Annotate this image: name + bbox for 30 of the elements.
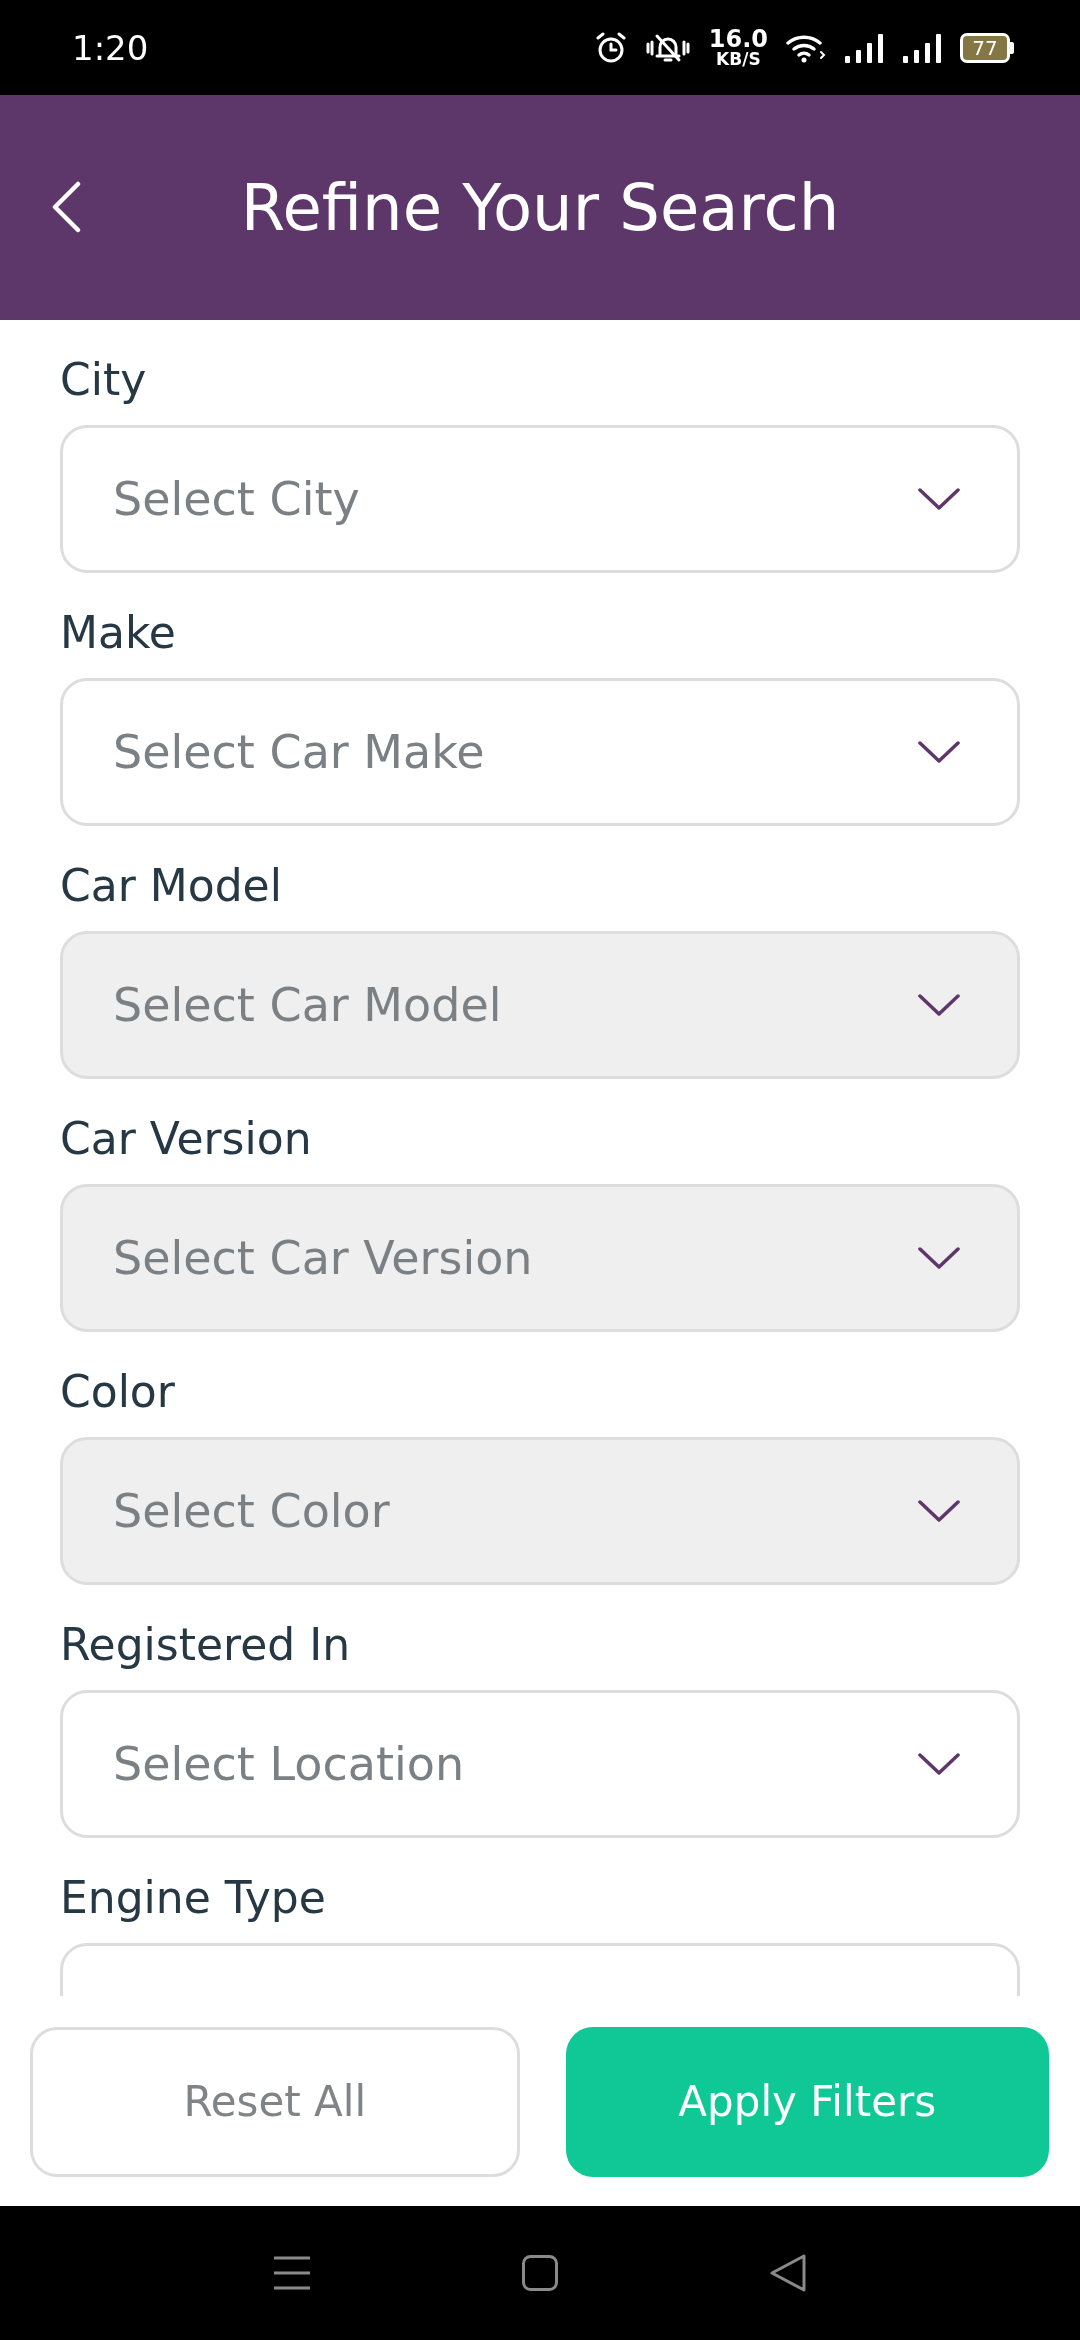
back-icon: [51, 181, 81, 233]
chevron-down-icon: [918, 488, 960, 510]
screen-title: Refine Your Search: [240, 175, 840, 240]
signal-icon: [844, 31, 884, 64]
field-label: Car Model: [60, 859, 282, 913]
field-label: Car Version: [60, 1112, 312, 1166]
chevron-down-icon: [918, 1500, 960, 1522]
dropdown-field[interactable]: Select City: [60, 425, 1020, 573]
alarm-clock-icon: [594, 31, 627, 64]
home-icon[interactable]: [522, 2255, 558, 2291]
reset-button[interactable]: Reset All: [30, 2027, 520, 2177]
chevron-down-icon: [918, 1753, 960, 1775]
chevron-down-icon: [918, 741, 960, 763]
dropdown-field[interactable]: Select Location: [60, 1690, 1020, 1838]
field-label: Make: [60, 606, 176, 660]
chevron-down-icon: [918, 994, 960, 1016]
battery-indicator: 77: [960, 32, 1014, 63]
network-speed-unit: KB/S: [716, 51, 761, 68]
network-speed: 16.0: [708, 27, 768, 51]
apply-button[interactable]: Apply Filters: [565, 2027, 1049, 2177]
status-time: 1:20: [72, 30, 149, 65]
signal-icon: [902, 31, 942, 64]
field-label: Color: [60, 1365, 175, 1419]
field-label: Registered In: [60, 1618, 351, 1672]
field-label: City: [60, 353, 147, 407]
chevron-down-icon: [918, 1247, 960, 1269]
menu-icon[interactable]: [274, 2255, 310, 2291]
back-icon[interactable]: [770, 2254, 806, 2292]
dropdown-field[interactable]: Select Car Make: [60, 678, 1020, 826]
field-label: Engine Type: [60, 1871, 326, 1925]
